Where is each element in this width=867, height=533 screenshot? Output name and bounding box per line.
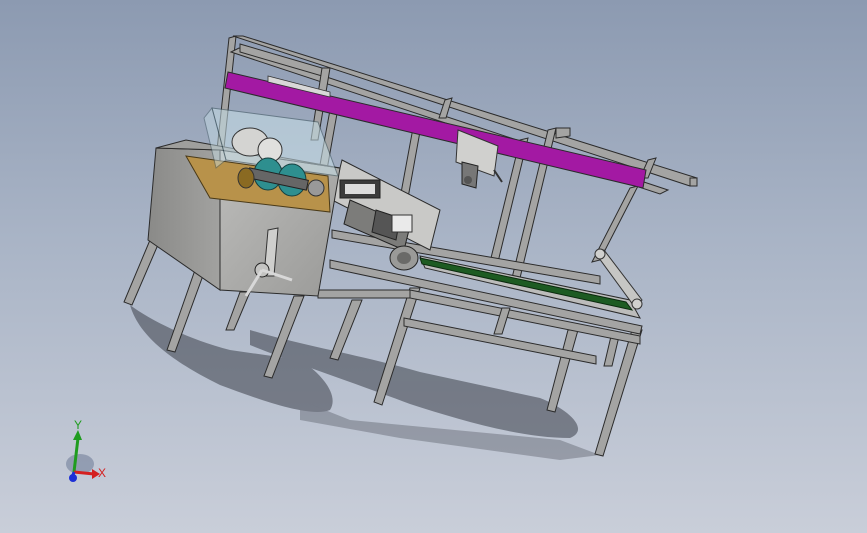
cad-model-view[interactable] <box>0 0 867 533</box>
axis-triad-graphic <box>66 430 100 482</box>
floor-shadow <box>130 305 600 460</box>
axis-triad: Y X <box>44 412 124 492</box>
x-axis-label: X <box>98 466 107 480</box>
y-axis-label: Y <box>74 418 83 432</box>
x-axis-arrow <box>73 470 95 476</box>
3d-viewport[interactable]: Y X <box>0 0 867 533</box>
